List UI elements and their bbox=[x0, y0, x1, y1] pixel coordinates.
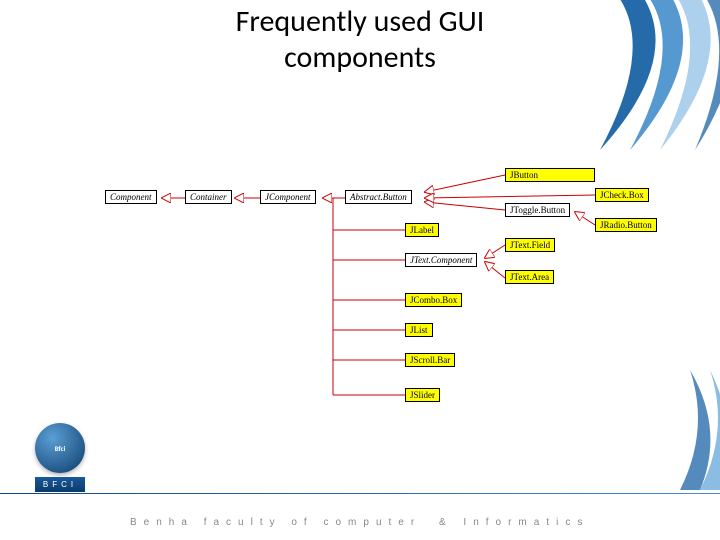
footer-text: Benha faculty of computer & Informatics bbox=[130, 517, 589, 528]
logo-abbrev: BFCI bbox=[35, 477, 85, 492]
node-jcombo-box: JCombo.Box bbox=[405, 293, 462, 307]
node-jtext-field: JText.Field bbox=[505, 238, 555, 252]
footer-bar: Benha faculty of computer & Informatics bbox=[0, 494, 720, 540]
node-container: Container bbox=[185, 190, 232, 204]
page-title: Frequently used GUI components bbox=[200, 4, 520, 76]
node-jlabel: JLabel bbox=[405, 223, 439, 237]
footer-part1: Benha faculty of computer bbox=[130, 517, 421, 528]
node-jtoggle-button: JToggle.Button bbox=[505, 203, 570, 217]
class-hierarchy-diagram: Component Container JComponent Abstract.… bbox=[105, 170, 705, 450]
node-jscroll-bar: JScroll.Bar bbox=[405, 353, 455, 367]
node-jlist: JList bbox=[405, 323, 433, 337]
decorative-swoosh-top bbox=[550, 0, 720, 150]
title-text: Frequently used GUI components bbox=[200, 4, 520, 76]
node-jcomponent: JComponent bbox=[260, 190, 316, 204]
node-abstract-button: Abstract.Button bbox=[345, 190, 412, 204]
node-jcheck-box: JCheck.Box bbox=[595, 188, 649, 202]
bfci-logo-icon: Bfci bbox=[35, 423, 85, 473]
node-jradio-button: JRadio.Button bbox=[595, 218, 657, 232]
node-jtext-component: JText.Component bbox=[405, 253, 477, 267]
node-jtext-area: JText.Area bbox=[505, 270, 554, 284]
node-jbutton: JButton bbox=[505, 168, 595, 182]
footer-part2: Informatics bbox=[463, 517, 589, 528]
logo-block: Bfci BFCI bbox=[20, 423, 100, 492]
node-jslider: JSlider bbox=[405, 388, 440, 402]
footer-amp: & bbox=[439, 517, 446, 528]
node-component: Component bbox=[105, 190, 157, 204]
